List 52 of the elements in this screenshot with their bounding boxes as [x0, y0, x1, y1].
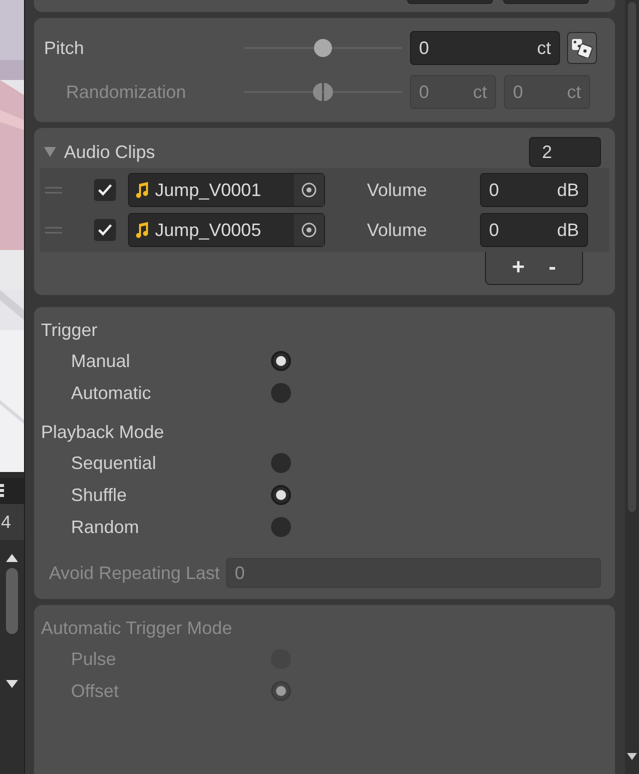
- radio-button[interactable]: [271, 453, 291, 473]
- option-label: Automatic: [70, 382, 152, 404]
- count-field[interactable]: 2: [529, 137, 601, 167]
- radio-button[interactable]: [271, 485, 291, 505]
- field-label: Avoid Repeating Last: [49, 562, 220, 584]
- option-label: Offset: [70, 680, 120, 702]
- radio-button[interactable]: [271, 351, 291, 371]
- radio-button[interactable]: [271, 517, 291, 537]
- section-title: Trigger: [41, 320, 98, 340]
- pitch-slider[interactable]: [244, 38, 402, 58]
- drag-handle-icon[interactable]: [45, 186, 62, 194]
- option-label: Shuffle: [70, 484, 128, 506]
- checkbox[interactable]: [94, 179, 116, 201]
- count-label: 4: [1, 512, 12, 532]
- randomize-button[interactable]: [567, 32, 597, 64]
- music-note-icon: [135, 222, 149, 238]
- dice-icon: [571, 38, 593, 58]
- input-field[interactable]: 0 dB: [480, 213, 588, 247]
- checkbox[interactable]: [94, 219, 116, 241]
- option-label: Pulse: [70, 648, 118, 670]
- section-title: Audio Clips: [64, 142, 156, 162]
- option-label: Random: [70, 516, 140, 538]
- expand-arrow-icon[interactable]: [44, 147, 56, 157]
- music-note-icon: [135, 182, 149, 198]
- range-slider[interactable]: [244, 82, 402, 102]
- object-picker-button[interactable]: [294, 214, 324, 246]
- input-field[interactable]: 0 ct: [410, 31, 560, 65]
- field-label: Pitch: [44, 38, 86, 58]
- checkmark-icon: [98, 184, 112, 196]
- section-title: Playback Mode: [41, 422, 164, 442]
- radio-button[interactable]: [271, 383, 291, 403]
- scroll-down-icon[interactable]: [627, 753, 637, 760]
- input-field[interactable]: 0 dB: [480, 173, 588, 207]
- section-title: Automatic Trigger Mode: [41, 618, 232, 638]
- remove-button[interactable]: -: [544, 254, 560, 280]
- checkmark-icon: [98, 224, 112, 236]
- field-label: Volume: [366, 180, 428, 200]
- object-picker-button[interactable]: [294, 174, 324, 206]
- object-field[interactable]: Jump_V0005: [128, 213, 325, 247]
- scroll-down-icon[interactable]: [6, 680, 18, 688]
- object-field[interactable]: Jump_V0001: [128, 173, 325, 207]
- option-label: Manual: [70, 350, 132, 372]
- field-label: Randomization: [65, 82, 188, 102]
- target-icon: [301, 182, 317, 198]
- more-icon[interactable]: [0, 484, 4, 498]
- scroll-up-icon[interactable]: [6, 554, 18, 562]
- drag-handle-icon[interactable]: [45, 226, 62, 234]
- option-label: Sequential: [70, 452, 158, 474]
- add-button[interactable]: +: [508, 254, 529, 280]
- field-label: Volume: [366, 220, 428, 240]
- scrollbar-thumb[interactable]: [6, 568, 18, 634]
- target-icon: [301, 222, 317, 238]
